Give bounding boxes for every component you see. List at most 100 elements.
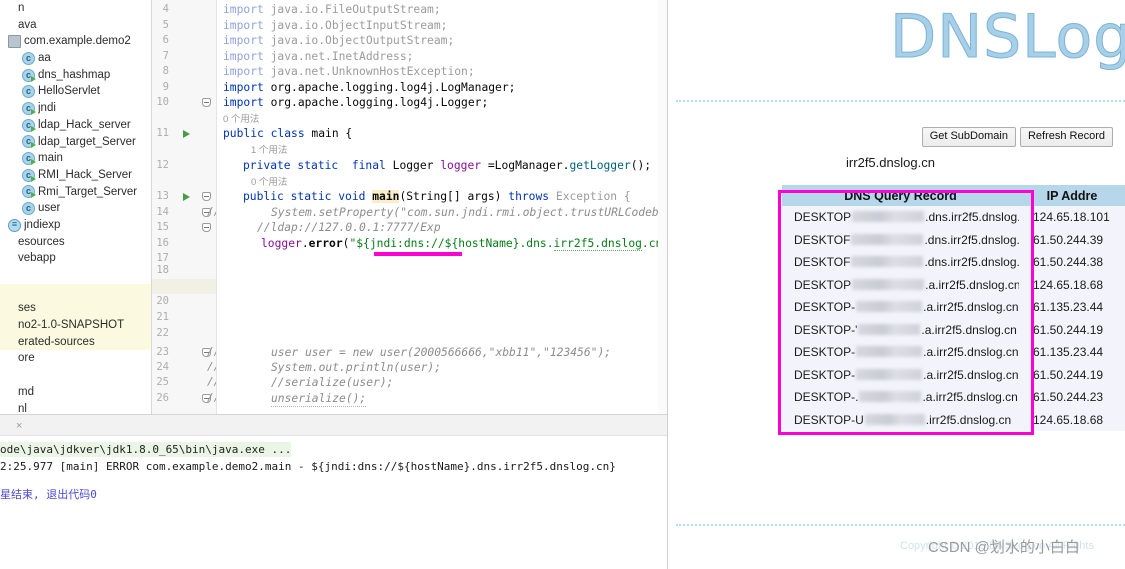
editor-gutter[interactable]: 4567891011121314151617181920212223242526…: [152, 0, 220, 414]
line-number-5: 5: [162, 18, 169, 31]
tree-item-main[interactable]: main: [0, 150, 152, 167]
tree-item-ore[interactable]: ore: [0, 350, 152, 367]
get-subdomain-button[interactable]: Get SubDomain: [921, 127, 1016, 147]
line-number-4: 4: [162, 3, 169, 15]
run-gutter-icon-line-11[interactable]: [183, 130, 190, 138]
tree-item-label: jndiexp: [24, 218, 61, 231]
console-error-line: 2:25.977 [main] ERROR com.example.demo2.…: [0, 460, 616, 473]
refresh-record-button[interactable]: Refresh Record: [1019, 127, 1113, 147]
code-line-23: user user = new user(2000566666,"xbb11",…: [271, 346, 612, 359]
run-gutter-icon-line-13[interactable]: [183, 193, 190, 201]
cell-ip-address: 124.65.18.68: [1019, 408, 1125, 431]
line-number-26: 26: [156, 392, 169, 404]
tree-item-esources[interactable]: esources: [0, 234, 152, 251]
project-tree[interactable]: n ava com.example.demo2 aa dns_hashmap HelloS…: [0, 0, 152, 414]
tree-item-aa[interactable]: aa: [0, 50, 152, 67]
code-fold-toggle-line-15[interactable]: [202, 223, 211, 232]
annotation-box-dns-records: [778, 190, 1034, 435]
tree-item-dns_hashmap[interactable]: dns_hashmap: [0, 67, 152, 84]
tree-item-rmi_hack_server[interactable]: RMI_Hack_Server: [0, 167, 152, 184]
line-number-12: 12: [156, 159, 169, 171]
tree-item-ses[interactable]: ses: [0, 300, 152, 318]
line-number-15: 15: [156, 221, 169, 233]
tree-item-jndi[interactable]: jndi: [0, 100, 152, 117]
cell-ip-address: 61.135.23.44: [1019, 296, 1125, 319]
code-editor[interactable]: import java.io.FileOutputStream; import …: [217, 0, 667, 414]
cell-ip-address: 61.50.244.19: [1019, 318, 1125, 341]
code-line-11: public class main {: [223, 127, 353, 140]
java-runnable-class-icon: [22, 134, 36, 149]
line-number-20: 20: [156, 295, 169, 307]
tree-item-blank-16[interactable]: [0, 267, 152, 284]
tree-item-label: aa: [38, 52, 51, 65]
code-line-25: //serialize(user);: [271, 376, 394, 389]
code-line-14: System.setProperty("com.sun.jndi.rmi.obj…: [271, 206, 667, 219]
code-line-5: import java.io.ObjectInputStream;: [223, 18, 448, 32]
tree-item-label: Rmi_Target_Server: [38, 185, 138, 198]
tree-item-label: com.example.demo2: [24, 35, 131, 48]
java-runnable-class-icon: [22, 118, 36, 132]
code-line-26: unserialize();: [271, 392, 367, 407]
csdn-watermark: CSDN @划水的小白白: [928, 539, 1080, 556]
tree-item-com-example-demo2[interactable]: com.example.demo2: [0, 33, 152, 50]
tree-item-ldap_target_server[interactable]: ldap_target_Server: [0, 134, 152, 151]
tree-item-no2-1-0-snapshot[interactable]: no2-1.0-SNAPSHOT: [0, 317, 152, 334]
tree-item-label: ore: [18, 352, 35, 365]
line-number-7: 7: [162, 49, 169, 62]
tree-item-rmi_target_server[interactable]: Rmi_Target_Server: [0, 184, 152, 201]
line-number-9: 9: [162, 80, 169, 93]
divider-bottom: [676, 524, 1125, 526]
tree-item-vebapp[interactable]: vebapp: [0, 250, 152, 267]
action-button-row: Get SubDomain Refresh Record: [668, 127, 1113, 147]
line-number-14: 14: [156, 206, 169, 218]
tree-item-label: user: [38, 202, 61, 215]
tree-item-label: ldap_Hack_server: [38, 118, 131, 131]
tree-item-jndiexp[interactable]: jndiexp: [0, 217, 152, 234]
cell-ip-address: 61.50.244.23: [1019, 386, 1125, 409]
console-toolbar[interactable]: ×: [0, 414, 667, 436]
line-number-8: 8: [162, 65, 169, 77]
tree-item-user[interactable]: user: [0, 200, 152, 217]
tree-item-label: HelloServlet: [38, 85, 100, 98]
tree-item-blank-22[interactable]: [0, 367, 152, 384]
tree-item-label: main: [38, 152, 63, 165]
line-number-13: 13: [156, 190, 169, 202]
divider-top: [676, 100, 1125, 102]
line-number-24: 24: [156, 361, 169, 373]
current-line-gutter-highlight: [152, 278, 217, 294]
tree-item-ldap_hack_server[interactable]: ldap_Hack_server: [0, 117, 152, 134]
code-line-13: public static void main(String[] args) t…: [243, 190, 631, 203]
tree-item-helloservlet[interactable]: HelloServlet: [0, 83, 152, 100]
tree-item-label: jndi: [38, 102, 56, 115]
line-number-21: 21: [156, 311, 169, 323]
java-runnable-class-icon: [22, 168, 36, 182]
tree-item-label: nl: [18, 402, 27, 415]
code-line-8: import java.net.UnknownHostException;: [223, 65, 475, 78]
code-fold-toggle-line-10[interactable]: [202, 98, 211, 107]
tree-item-n[interactable]: n: [0, 0, 152, 17]
java-runnable-class-icon: [22, 184, 36, 199]
dnslog-logo-text: DNSLog.c: [889, 2, 1125, 73]
tree-item-erated-sources[interactable]: erated-sources: [0, 333, 152, 351]
code-fold-toggle-line-13[interactable]: [202, 192, 211, 201]
line-number-23: 23: [156, 346, 169, 358]
tree-item-ava[interactable]: ava: [0, 17, 152, 34]
tree-item-label: RMI_Hack_Server: [38, 168, 132, 181]
code-line-10: import org.apache.logging.log4j.Logger;: [223, 96, 489, 109]
java-class-icon: [22, 51, 35, 65]
editor-scrollbar[interactable]: [658, 0, 667, 414]
tree-item-label: esources: [18, 235, 65, 248]
code-line-12: private static final Logger logger =LogM…: [243, 159, 652, 172]
code-line-4: import java.io.FileOutputStream;: [223, 3, 441, 16]
cell-ip-address: 61.50.244.19: [1019, 363, 1125, 386]
tree-item-blank-17[interactable]: [0, 283, 152, 301]
tree-item-nl[interactable]: nl: [0, 401, 152, 415]
java-class-icon: [22, 84, 35, 99]
tree-item-label: ava: [18, 18, 37, 31]
tree-item-md[interactable]: md: [0, 384, 152, 401]
usage-hint-logger: 1 个用法: [251, 145, 288, 156]
tree-item-label: n: [18, 2, 25, 14]
package-icon: [8, 35, 21, 49]
close-icon[interactable]: ×: [16, 420, 22, 432]
java-runnable-class-icon: [22, 151, 36, 166]
